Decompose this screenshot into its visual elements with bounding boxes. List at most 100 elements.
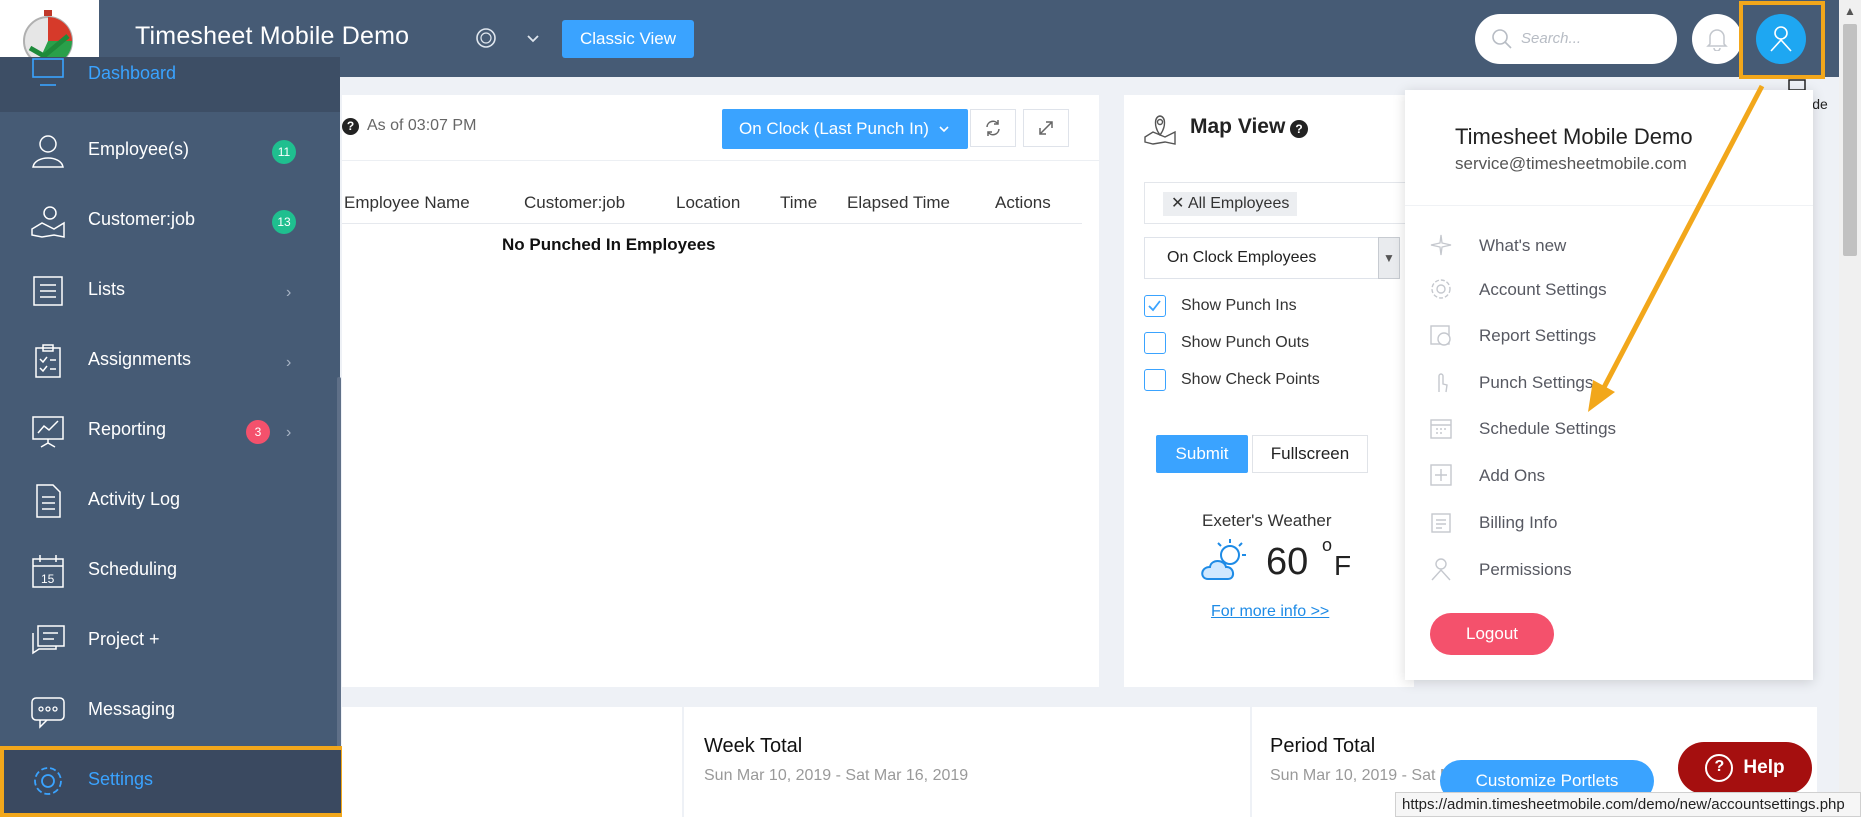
sidebar-item-label: Activity Log [88, 489, 181, 509]
expand-button[interactable] [1023, 109, 1069, 147]
sidebar-item-assignments[interactable]: Assignments › [0, 326, 340, 396]
checkbox[interactable] [1144, 369, 1166, 391]
user-avatar-button[interactable] [1756, 14, 1806, 64]
menu-item-label: Permissions [1479, 560, 1572, 579]
checkbox[interactable] [1144, 332, 1166, 354]
menu-item-label: Billing Info [1479, 513, 1558, 532]
help-label: Help [1743, 757, 1785, 778]
logout-button[interactable]: Logout [1430, 613, 1554, 655]
menu-item-label: Add Ons [1479, 466, 1546, 485]
menu-item-account-settings[interactable]: Account Settings [1429, 273, 1789, 307]
checkbox-label: Show Check Points [1181, 371, 1320, 388]
column-header-customer-job[interactable]: Customer:job [524, 193, 625, 213]
menu-item-whats-new[interactable]: What's new [1429, 229, 1789, 263]
notifications-button[interactable] [1692, 14, 1742, 64]
map-panel: Map View ? ✕ All Employees On Clock Empl… [1124, 95, 1414, 687]
sidebar-item-settings[interactable]: Settings [0, 746, 345, 817]
search-placeholder: Search... [1521, 30, 1582, 47]
refresh-button[interactable] [970, 109, 1016, 147]
classic-view-button[interactable]: Classic View [562, 20, 694, 58]
menu-item-label: What's new [1479, 236, 1567, 255]
employee-filter-value: On Clock Employees [1167, 249, 1317, 266]
period-total-title: Period Total [1270, 735, 1376, 757]
menu-item-report-settings[interactable]: Report Settings [1429, 319, 1789, 353]
calendar-grid-icon [1430, 419, 1452, 439]
column-header-employee-name[interactable]: Employee Name [344, 193, 470, 213]
sidebar-item-employees[interactable]: Employee(s) 11 [0, 116, 340, 186]
week-total-panel: Week Total Sun Mar 10, 2019 - Sat Mar 16… [684, 707, 1250, 817]
search-icon [1492, 29, 1512, 49]
scroll-up-arrow-icon[interactable]: ▲ [1839, 0, 1861, 22]
sidebar-item-label: Messaging [88, 699, 176, 719]
sidebar-item-label: Project + [88, 629, 160, 649]
sidebar-item-activity-log[interactable]: Activity Log [0, 466, 340, 536]
menu-item-label: Schedule Settings [1479, 419, 1617, 438]
on-clock-label: On Clock (Last Punch In) [739, 119, 929, 138]
weather-title: Exeter's Weather [1202, 511, 1332, 530]
activity-log-icon [36, 484, 61, 518]
chevron-down-icon[interactable]: ▼ [1378, 237, 1400, 279]
gear-icon [1431, 279, 1451, 299]
calendar-icon: 15 [32, 555, 64, 588]
sidebar-item-label: Assignments [88, 349, 192, 369]
status-bar-url: https://admin.timesheetmobile.com/demo/n… [1395, 792, 1861, 817]
submit-button[interactable]: Submit [1156, 435, 1248, 473]
help-button[interactable]: ? Help [1678, 742, 1812, 794]
sidebar-item-project[interactable]: Project + [0, 606, 340, 676]
column-header-location[interactable]: Location [676, 193, 740, 213]
plus-box-icon [1430, 464, 1452, 486]
sidebar-item-dashboard[interactable]: Dashboard [0, 57, 340, 112]
sidebar-item-reporting[interactable]: Reporting 3 › [0, 396, 340, 466]
week-date-range: Sun Mar 10, 2019 - Sat Mar 16, 2019 [704, 767, 969, 784]
sidebar-scrollbar[interactable] [337, 377, 341, 787]
menu-item-permissions[interactable]: Permissions [1429, 553, 1789, 587]
user-name: Timesheet Mobile Demo [1455, 124, 1693, 149]
expand-icon [1039, 121, 1053, 135]
customer-job-icon [31, 206, 65, 238]
scrollbar-thumb[interactable] [1843, 24, 1857, 256]
user-icon [1431, 558, 1451, 581]
help-question-icon[interactable]: ? [342, 118, 359, 135]
gear-icon [34, 767, 62, 795]
help-question-icon[interactable]: ? [1290, 120, 1308, 138]
all-employees-tag[interactable]: ✕ All Employees [1163, 192, 1298, 216]
help-question-icon: ? [1705, 754, 1734, 782]
chevron-down-icon [939, 126, 949, 133]
sidebar-item-label: Scheduling [88, 559, 178, 579]
remove-tag-icon[interactable]: ✕ [1171, 195, 1184, 212]
more-info-link[interactable]: For more info >> [1211, 603, 1329, 621]
menu-item-label: Report Settings [1479, 326, 1597, 345]
table-header-divider [342, 223, 1082, 224]
menu-item-schedule-settings[interactable]: Schedule Settings [1429, 412, 1789, 446]
sidebar-item-customer-job[interactable]: Customer:job 13 [0, 186, 340, 256]
sidebar-item-scheduling[interactable]: 15 Scheduling [0, 536, 340, 606]
report-clock-icon [1430, 325, 1451, 346]
on-clock-filter-button[interactable]: On Clock (Last Punch In) [722, 109, 968, 149]
sidebar-item-messaging[interactable]: Messaging [0, 676, 340, 746]
menu-item-add-ons[interactable]: Add Ons [1429, 459, 1789, 493]
column-header-time[interactable]: Time [780, 193, 817, 213]
employee-tag-input[interactable]: ✕ All Employees [1144, 182, 1414, 224]
employee-filter-select[interactable]: On Clock Employees ▼ [1144, 237, 1400, 279]
chevron-right-icon: › [286, 284, 292, 301]
search-input[interactable]: Search... [1475, 14, 1677, 64]
sidebar-item-label: Employee(s) [88, 139, 190, 159]
map-pin-icon [1144, 115, 1176, 145]
fullscreen-button[interactable]: Fullscreen [1252, 435, 1368, 473]
menu-divider [1405, 205, 1813, 206]
menu-item-billing-info[interactable]: Billing Info [1429, 506, 1789, 540]
employee-count-badge: 11 [272, 140, 296, 164]
chevron-down-icon[interactable] [525, 30, 541, 46]
checkbox[interactable] [1144, 295, 1166, 317]
language-icon[interactable] [475, 27, 497, 49]
dashboard-icon [32, 58, 64, 86]
sidebar-item-lists[interactable]: Lists › [0, 256, 340, 326]
user-menu-dropdown: Timesheet Mobile Demo service@timesheetm… [1405, 90, 1813, 680]
temperature-unit: F [1334, 550, 1352, 581]
page-scrollbar[interactable]: ▲ [1839, 0, 1861, 817]
menu-item-punch-settings[interactable]: Punch Settings [1429, 366, 1789, 400]
today-total-panel [342, 707, 682, 817]
billing-icon [1431, 513, 1451, 533]
column-header-elapsed-time[interactable]: Elapsed Time [847, 193, 950, 213]
punch-panel: ? As of 03:07 PM On Clock (Last Punch In)… [342, 95, 1099, 687]
